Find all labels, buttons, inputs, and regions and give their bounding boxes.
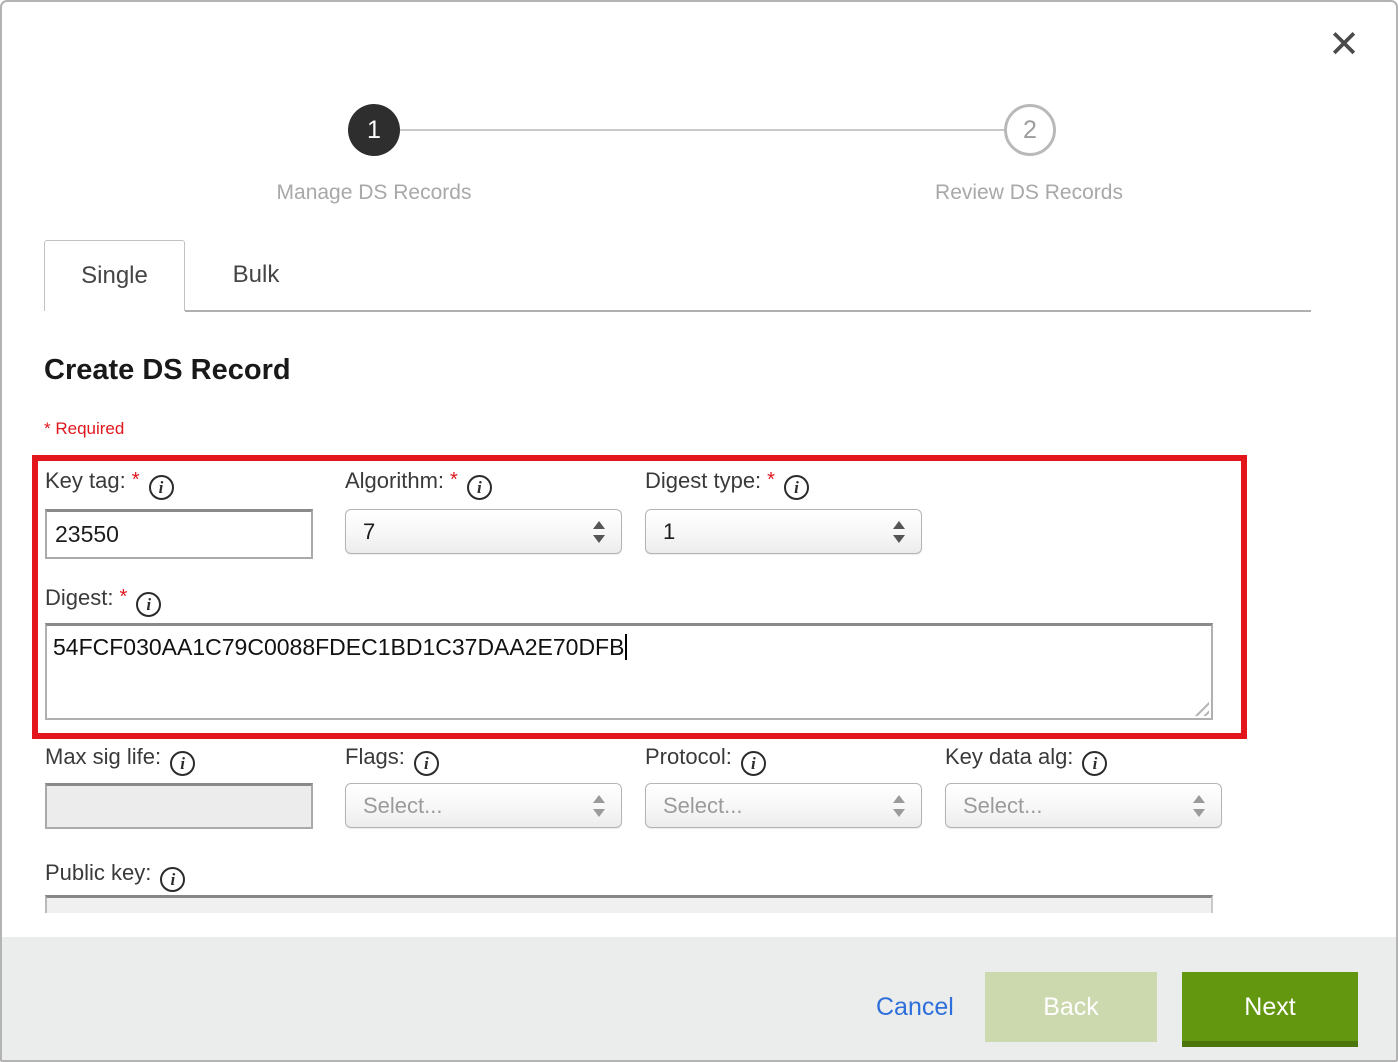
create-ds-record-modal: { "icons": { "close": "✕", "info": "i" }… [0, 0, 1398, 1062]
flags-select-value: Select... [363, 793, 442, 818]
flags-label-text: Flags: [345, 744, 405, 769]
public-key-label-text: Public key: [45, 860, 151, 885]
public-key-textarea [45, 895, 1213, 913]
protocol-info-icon[interactable]: i [741, 751, 766, 776]
tab-underline [185, 310, 1311, 312]
stepper-connector [399, 129, 1006, 131]
protocol-select-value: Select... [663, 793, 742, 818]
digest-type-select[interactable]: 1 [645, 509, 922, 554]
key-tag-label: Key tag: * i [45, 468, 174, 500]
select-spinner-icon [892, 518, 906, 546]
protocol-label-text: Protocol: [645, 744, 732, 769]
max-sig-life-label: Max sig life: i [45, 744, 195, 776]
max-sig-life-input [45, 783, 313, 829]
flags-label: Flags: i [345, 744, 439, 776]
next-button[interactable]: Next [1182, 972, 1358, 1047]
key-data-alg-info-icon[interactable]: i [1082, 751, 1107, 776]
digest-type-required-asterisk: * [767, 469, 775, 491]
algorithm-info-icon[interactable]: i [467, 475, 492, 500]
key-data-alg-select-value: Select... [963, 793, 1042, 818]
key-tag-info-icon[interactable]: i [149, 475, 174, 500]
flags-select[interactable]: Select... [345, 783, 622, 828]
select-spinner-icon [592, 518, 606, 546]
required-note: * Required [44, 419, 124, 439]
algorithm-required-asterisk: * [450, 469, 458, 491]
key-data-alg-select[interactable]: Select... [945, 783, 1222, 828]
step-2-indicator: 2 [1004, 104, 1056, 156]
step-1-indicator: 1 [348, 104, 400, 156]
key-tag-required-asterisk: * [132, 469, 140, 491]
algorithm-label: Algorithm: * i [345, 468, 492, 500]
public-key-info-icon[interactable]: i [160, 867, 185, 892]
key-tag-label-text: Key tag: [45, 468, 126, 493]
cancel-button[interactable]: Cancel [876, 993, 954, 1022]
digest-required-asterisk: * [119, 586, 127, 608]
key-tag-input[interactable] [45, 509, 313, 559]
algorithm-label-text: Algorithm: [345, 468, 444, 493]
digest-info-icon[interactable]: i [136, 592, 161, 617]
text-caret [625, 634, 627, 660]
digest-type-select-value: 1 [663, 519, 675, 544]
select-spinner-icon [1192, 792, 1206, 820]
tab-bulk[interactable]: Bulk [186, 240, 326, 311]
digest-type-label-text: Digest type: [645, 468, 761, 493]
close-button[interactable]: ✕ [1328, 26, 1360, 64]
key-data-alg-label-text: Key data alg: [945, 744, 1073, 769]
digest-type-info-icon[interactable]: i [784, 475, 809, 500]
digest-textarea[interactable]: 54FCF030AA1C79C0088FDEC1BD1C37DAA2E70DFB [45, 623, 1213, 720]
close-icon: ✕ [1328, 24, 1360, 66]
flags-info-icon[interactable]: i [414, 751, 439, 776]
select-spinner-icon [892, 792, 906, 820]
digest-label-text: Digest: [45, 585, 113, 610]
resize-grip-icon[interactable] [1192, 699, 1209, 716]
digest-value: 54FCF030AA1C79C0088FDEC1BD1C37DAA2E70DFB [53, 634, 624, 660]
step-2-label: Review DS Records [869, 181, 1189, 205]
algorithm-select[interactable]: 7 [345, 509, 622, 554]
max-sig-life-label-text: Max sig life: [45, 744, 161, 769]
tab-single[interactable]: Single [44, 240, 185, 311]
digest-type-label: Digest type: * i [645, 468, 809, 500]
key-data-alg-label: Key data alg: i [945, 744, 1107, 776]
select-spinner-icon [592, 792, 606, 820]
back-button[interactable]: Back [985, 972, 1157, 1042]
step-1-label: Manage DS Records [214, 181, 534, 205]
protocol-select[interactable]: Select... [645, 783, 922, 828]
protocol-label: Protocol: i [645, 744, 766, 776]
digest-label: Digest: * i [45, 585, 161, 617]
max-sig-life-info-icon[interactable]: i [170, 751, 195, 776]
algorithm-select-value: 7 [363, 519, 375, 544]
page-title: Create DS Record [44, 354, 291, 387]
public-key-label: Public key: i [45, 860, 185, 892]
